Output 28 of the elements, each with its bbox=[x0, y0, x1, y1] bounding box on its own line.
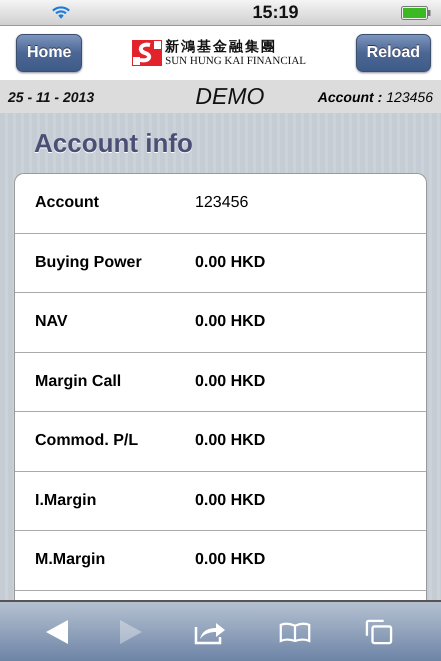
logo-icon bbox=[132, 40, 162, 66]
row-label: NAV bbox=[35, 313, 69, 332]
reload-button[interactable]: Reload bbox=[356, 34, 431, 72]
account-label: Account : bbox=[318, 88, 382, 104]
date-text: 25 - 11 - 2013 bbox=[8, 88, 94, 104]
section-title: Account info bbox=[34, 127, 194, 159]
row-label: Commod. P/L bbox=[35, 432, 140, 450]
row-label: Buying Power bbox=[35, 254, 143, 272]
row-label: Margin Call bbox=[35, 372, 122, 391]
row-value: 0.00 HKD bbox=[195, 432, 266, 450]
home-button[interactable]: Home bbox=[16, 34, 82, 72]
logo-english-text: SUN HUNG KAI FINANCIAL bbox=[165, 55, 306, 67]
row-label: M.Margin bbox=[35, 551, 106, 570]
account-number: 123456 bbox=[386, 88, 433, 104]
row-label: Account bbox=[35, 194, 100, 212]
mode-text: DEMO bbox=[195, 83, 264, 110]
status-time: 15:19 bbox=[252, 2, 299, 23]
row-value: 0.00 HKD bbox=[195, 313, 266, 332]
row-value: 0.00 HKD bbox=[195, 492, 266, 510]
wifi-icon bbox=[52, 6, 70, 19]
row-value: 123456 bbox=[195, 194, 248, 212]
back-icon[interactable] bbox=[46, 620, 68, 644]
battery-icon bbox=[400, 6, 431, 20]
logo-chinese-text: 新鴻基金融集團 bbox=[165, 39, 278, 55]
row-value: 0.00 HKD bbox=[195, 372, 266, 391]
row-value: 0.00 HKD bbox=[195, 254, 266, 272]
row-label: I.Margin bbox=[35, 492, 98, 510]
row-value: 0.00 HKD bbox=[195, 551, 266, 570]
